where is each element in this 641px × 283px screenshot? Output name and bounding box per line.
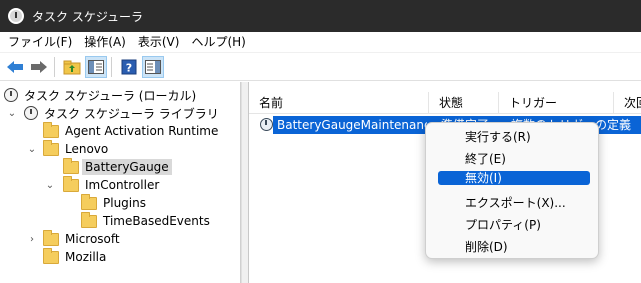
tree-item-label: Microsoft [65, 232, 120, 246]
task-name: BatteryGaugeMaintenance [277, 118, 427, 132]
menu-action[interactable]: 操作(A) [76, 32, 130, 53]
toolbar-separator [54, 56, 55, 77]
forward-arrow-icon[interactable] [28, 56, 50, 78]
title-bar: タスク スケジューラ [0, 0, 641, 32]
clock-icon [24, 106, 38, 120]
menu-help[interactable]: ヘルプ(H) [183, 32, 249, 53]
tree-item-agent-activation-runtime[interactable]: Agent Activation Runtime [43, 121, 219, 140]
tree-item-library[interactable]: ⌄ タスク スケジューラ ライブラリ [6, 104, 219, 122]
tree-item-mozilla[interactable]: Mozilla [43, 247, 107, 266]
folder-icon [43, 139, 59, 156]
chevron-down-icon[interactable]: ⌄ [26, 143, 38, 155]
tree-item-imcontroller[interactable]: ⌄ ImController [44, 175, 160, 194]
menu-item-end[interactable]: 終了(E) [438, 149, 590, 169]
back-arrow-icon[interactable] [4, 56, 26, 78]
task-clock-icon [260, 118, 273, 131]
help-icon[interactable]: ? [118, 56, 140, 78]
folder-up-icon[interactable] [61, 56, 83, 78]
tree-item-label: ImController [85, 178, 160, 192]
tree-item-label: Lenovo [65, 142, 109, 156]
menu-item-delete[interactable]: 削除(D) [438, 237, 590, 257]
folder-icon [43, 121, 59, 138]
show-hide-action-pane-icon[interactable] [142, 55, 164, 78]
svg-text:?: ? [126, 61, 132, 74]
pane-splitter[interactable] [241, 82, 249, 283]
folder-icon [81, 193, 97, 210]
tree-item-label: TimeBasedEvents [103, 214, 210, 228]
chevron-right-icon[interactable]: › [26, 233, 38, 245]
tree-item-local[interactable]: タスク スケジューラ (ローカル) [4, 86, 196, 104]
list-header: 名前 状態 トリガー 次回 [249, 92, 641, 114]
tree-item-microsoft[interactable]: › Microsoft [26, 229, 120, 248]
menu-item-run[interactable]: 実行する(R) [438, 127, 590, 147]
tree-item-label: Agent Activation Runtime [65, 124, 219, 138]
toolbar-separator [111, 56, 112, 77]
tree-item-batterygauge[interactable]: BatteryGauge [63, 157, 172, 176]
tree-item-lenovo[interactable]: ⌄ Lenovo [26, 139, 109, 158]
column-header-trigger[interactable]: トリガー [499, 92, 614, 114]
tree-item-label: タスク スケジューラ (ローカル) [24, 88, 197, 103]
chevron-down-icon[interactable]: ⌄ [44, 179, 56, 191]
tree-item-timebasedevents[interactable]: TimeBasedEvents [81, 211, 210, 230]
folder-icon [43, 229, 59, 246]
tree-item-label: Mozilla [65, 250, 107, 264]
folder-icon [63, 157, 79, 174]
tree-item-label: Plugins [103, 196, 146, 210]
column-header-status[interactable]: 状態 [429, 92, 499, 114]
menu-item-disable[interactable]: 無効(I) [438, 171, 590, 185]
menu-bar: ファイル(F) 操作(A) 表示(V) ヘルプ(H) [0, 32, 641, 53]
tree-item-label: BatteryGauge [82, 159, 172, 175]
column-header-next-run[interactable]: 次回 [614, 92, 641, 114]
menu-item-export[interactable]: エクスポート(X)... [438, 193, 590, 213]
show-hide-tree-icon[interactable] [85, 55, 107, 78]
menu-item-properties[interactable]: プロパティ(P) [438, 215, 590, 235]
clock-icon [4, 88, 18, 102]
folder-icon [63, 175, 79, 192]
menu-file[interactable]: ファイル(F) [0, 32, 76, 53]
context-menu: 実行する(R) 終了(E) 無効(I) エクスポート(X)... プロパティ(P… [425, 122, 599, 259]
tree-item-plugins[interactable]: Plugins [81, 193, 146, 212]
toolbar: ? [0, 53, 641, 81]
tree-item-label: タスク スケジューラ ライブラリ [44, 106, 219, 121]
clock-icon [8, 8, 24, 24]
menu-view[interactable]: 表示(V) [130, 32, 184, 53]
navigation-tree: タスク スケジューラ (ローカル) ⌄ タスク スケジューラ ライブラリ Age… [0, 82, 241, 283]
chevron-down-icon[interactable]: ⌄ [6, 107, 18, 119]
folder-icon [43, 247, 59, 264]
column-header-name[interactable]: 名前 [249, 92, 429, 114]
folder-icon [81, 211, 97, 228]
window-title: タスク スケジューラ [32, 9, 143, 24]
